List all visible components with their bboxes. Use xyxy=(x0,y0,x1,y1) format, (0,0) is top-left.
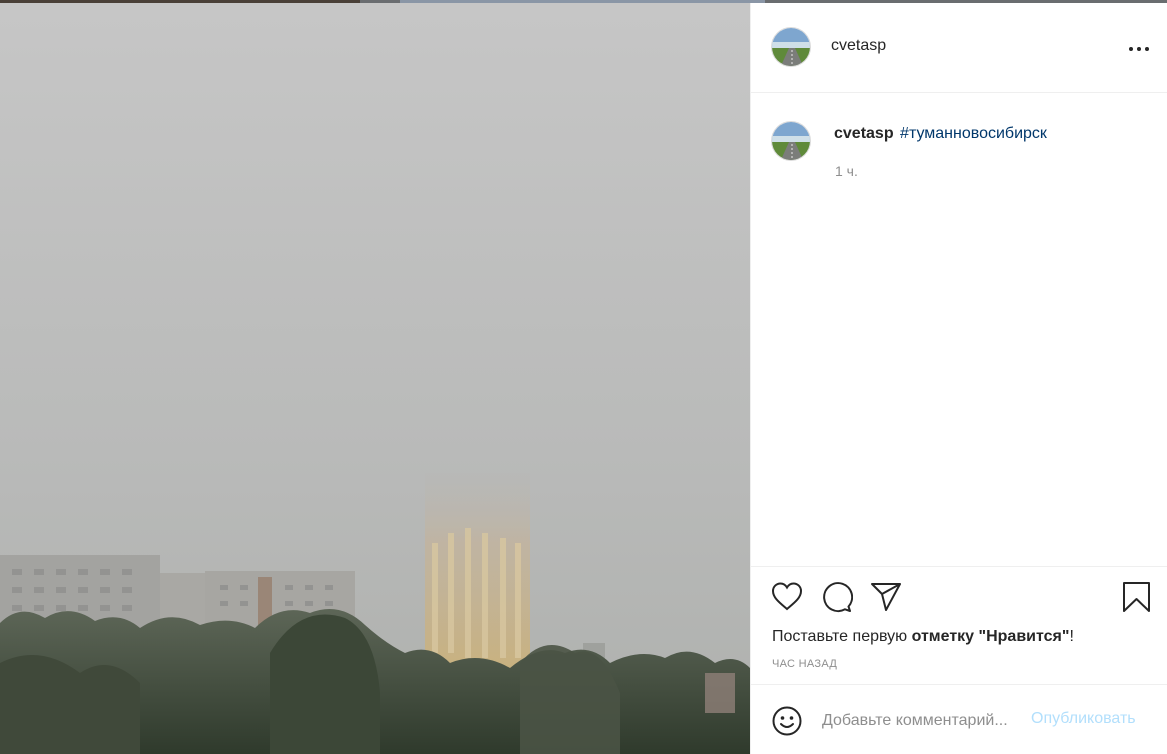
author-username[interactable]: cvetasp xyxy=(831,37,886,55)
more-options-icon[interactable] xyxy=(1125,39,1153,59)
author-avatar[interactable] xyxy=(771,27,811,67)
publish-button[interactable]: Опубликовать xyxy=(1031,710,1136,728)
comment-bubble-icon[interactable] xyxy=(819,580,854,614)
post-actions: Поставьте первую отметку "Нравится"! час… xyxy=(751,566,1167,684)
foggy-city-image xyxy=(0,3,750,754)
caption-avatar[interactable] xyxy=(771,121,811,161)
avatar-road-image xyxy=(772,122,810,160)
post-header: cvetasp xyxy=(751,3,1167,93)
comment-form: Опубликовать xyxy=(751,684,1167,754)
likes-prompt: Поставьте первую отметку "Нравится"! xyxy=(772,628,1074,646)
comment-input[interactable] xyxy=(822,707,1027,735)
caption-hashtag[interactable]: #туманновосибирск xyxy=(900,125,1047,142)
likes-prompt-text: Поставьте первую xyxy=(772,628,912,645)
avatar-road-image xyxy=(772,28,810,66)
paper-plane-icon[interactable] xyxy=(869,580,903,614)
caption-line: cvetasp #туманновосибирск xyxy=(834,125,1047,143)
caption-age[interactable]: 1 ч. xyxy=(835,163,858,179)
smiley-icon[interactable] xyxy=(771,705,803,737)
post-side-panel: cvetasp cvetasp #туманновосибирск 1 ч. П… xyxy=(750,3,1167,754)
more-dot xyxy=(1145,47,1149,51)
post-timestamp[interactable]: час назад xyxy=(772,658,837,670)
more-dot xyxy=(1129,47,1133,51)
heart-icon[interactable] xyxy=(770,580,804,614)
caption-username[interactable]: cvetasp xyxy=(834,125,894,142)
post-photo[interactable] xyxy=(0,3,750,754)
more-dot xyxy=(1137,47,1141,51)
likes-prompt-end: ! xyxy=(1069,628,1074,645)
likes-prompt-link[interactable]: отметку "Нравится" xyxy=(912,628,1070,645)
bookmark-icon[interactable] xyxy=(1120,580,1154,614)
